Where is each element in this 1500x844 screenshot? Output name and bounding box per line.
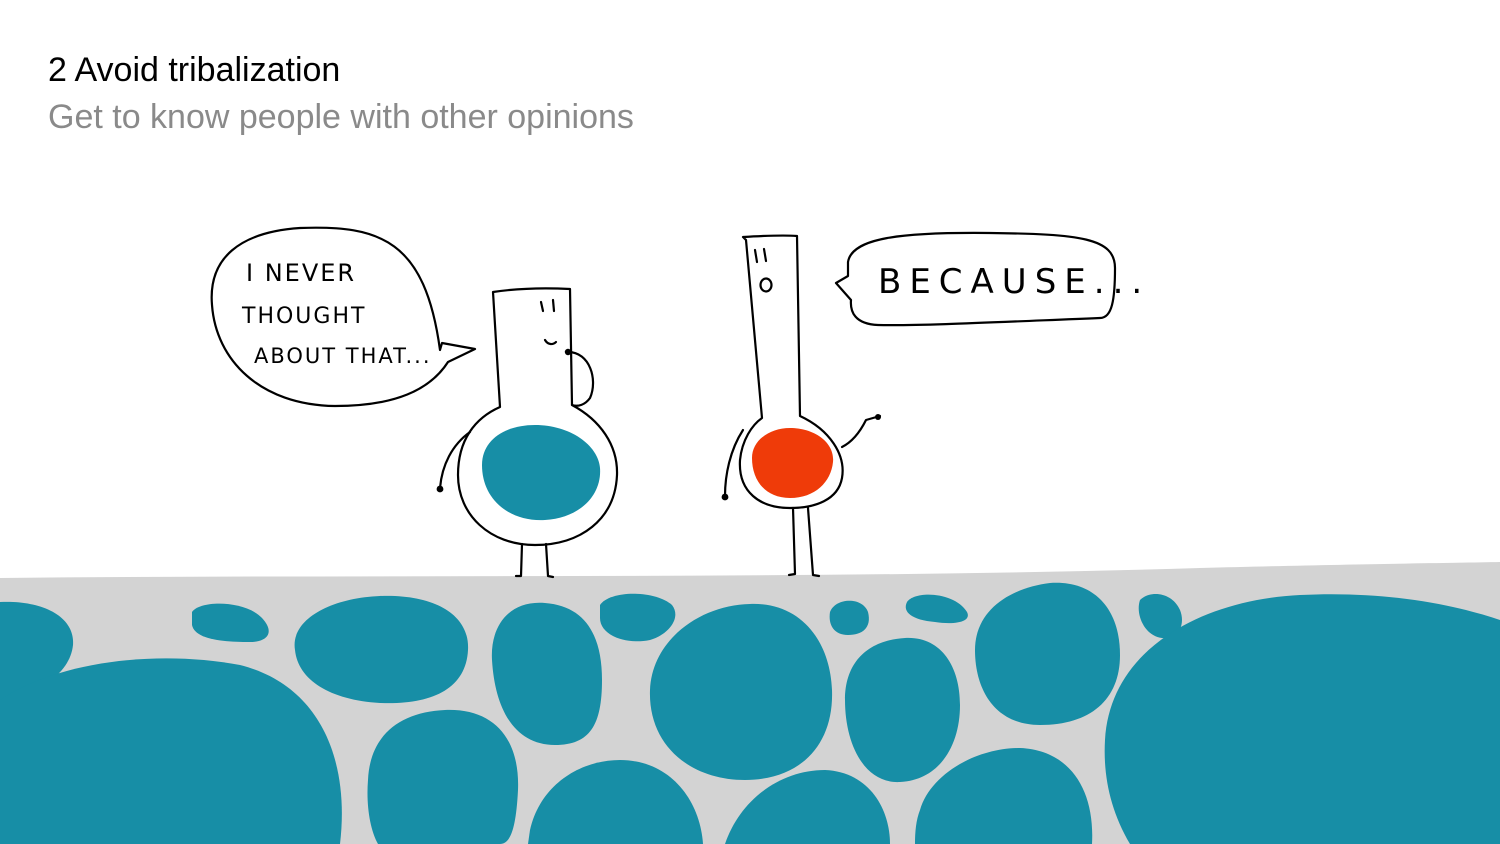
blob [367,709,519,844]
hand-right [564,348,572,356]
blob [845,637,960,783]
hand-right [875,414,881,420]
blob [829,600,869,635]
illustration: I NEVER THOUGHT ABOUT THAT... BECAUSE... [0,226,1500,844]
leg-right [806,506,821,578]
hand-left [721,493,729,501]
bubble-line-2: THOUGHT [241,304,366,329]
leg-left [787,506,797,577]
blob [975,582,1120,725]
because-text: BECAUSE... [878,262,1150,302]
ground-blobs [0,582,1500,844]
arm-right [840,414,882,449]
left-speech-bubble: I NEVER THOUGHT ABOUT THAT... [210,226,477,408]
bubble-line-1: I NEVER [246,259,356,287]
hand-left [436,485,444,493]
bubble-line-3: ABOUT THAT... [254,344,432,368]
eye-right [551,298,556,313]
slide: 2 Avoid tribalization Get to know people… [0,0,1500,844]
blue-flask-character [436,287,619,579]
leg-left [514,542,524,578]
right-speech-bubble: BECAUSE... [834,231,1150,327]
leg-right [544,542,555,579]
